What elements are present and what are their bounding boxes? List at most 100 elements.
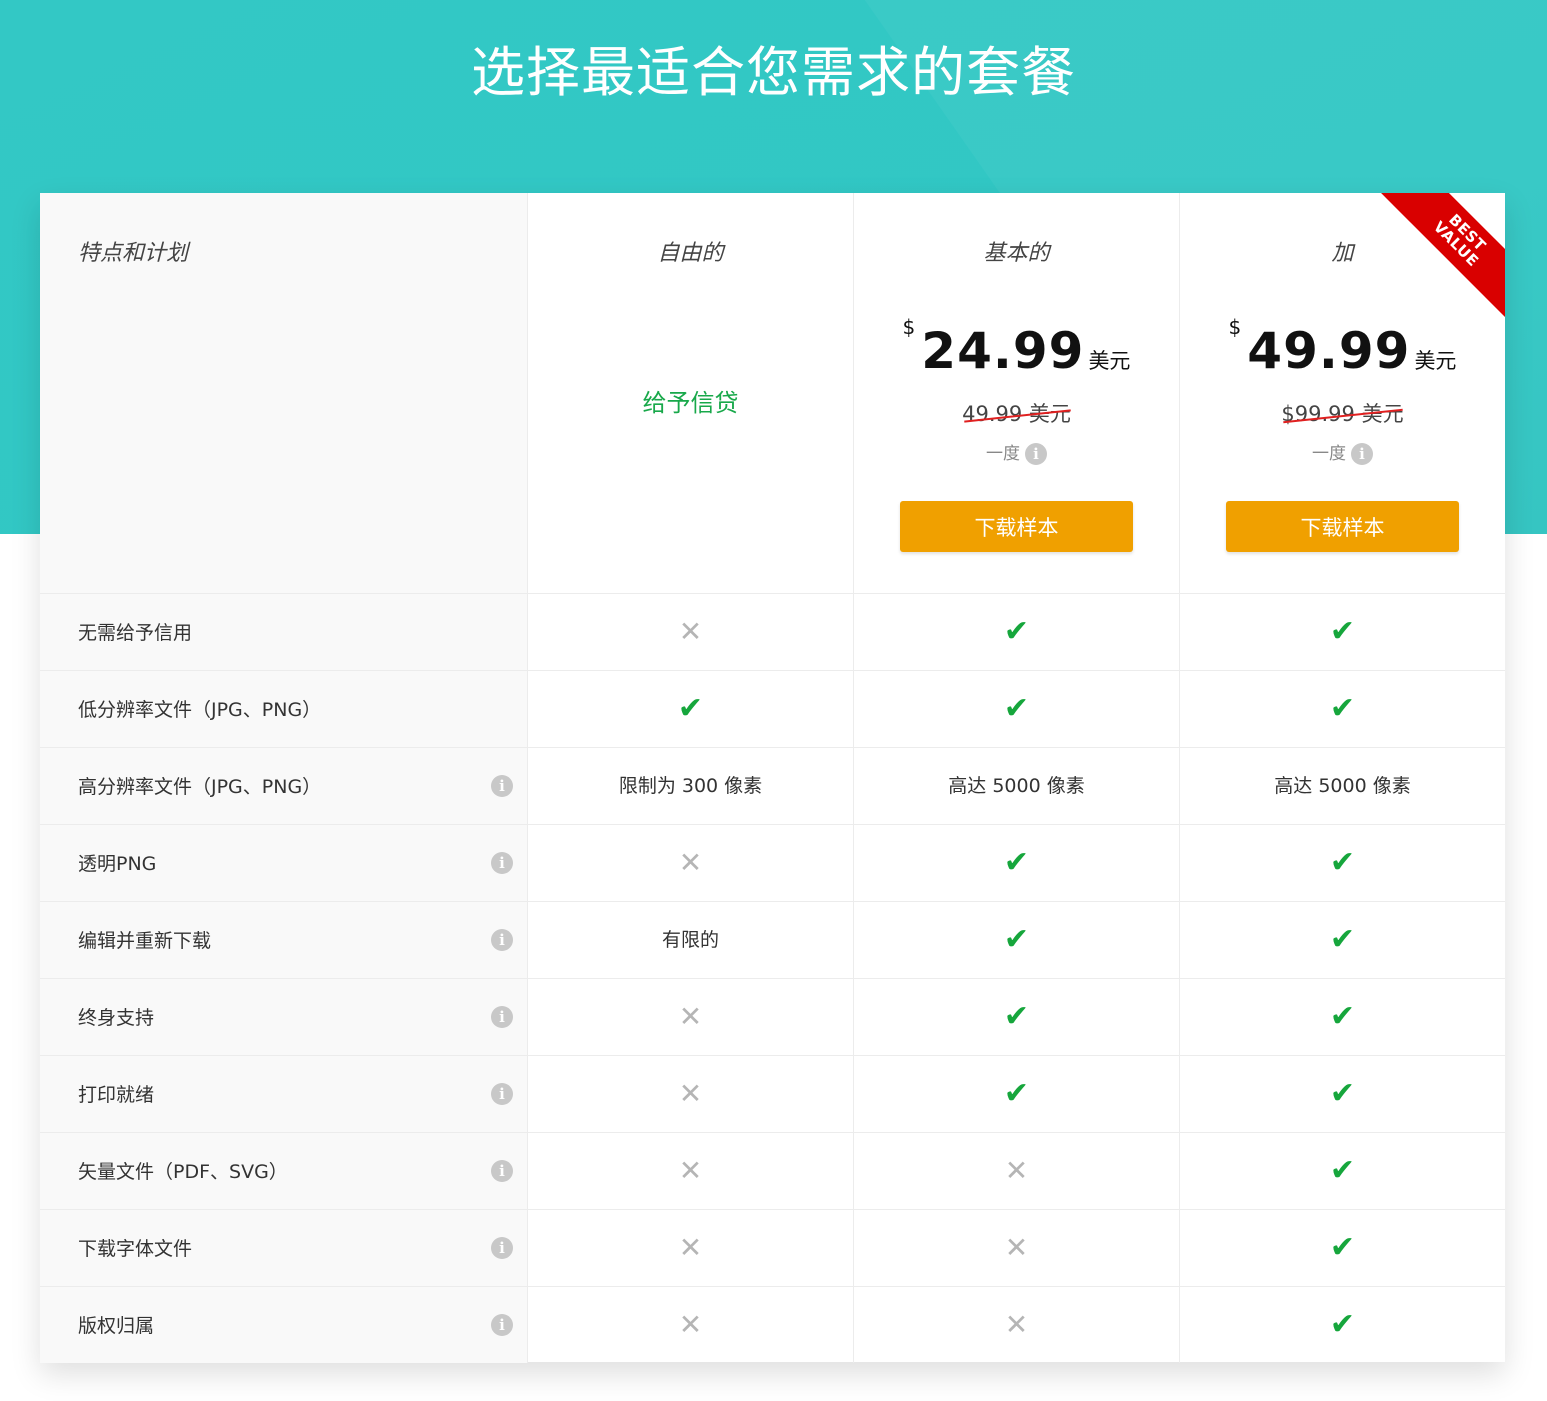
- plan-free: 自由的 给予信贷: [528, 193, 854, 593]
- info-icon[interactable]: i: [491, 1237, 513, 1259]
- info-icon[interactable]: i: [491, 1006, 513, 1028]
- feature-label: 矢量文件（PDF、SVG）: [78, 1161, 288, 1183]
- currency-symbol: $: [902, 315, 916, 339]
- feature-rows: 无需给予信用 ✕ ✔ ✔ 低分辨率文件（JPG、PNG） ✔ ✔ ✔ 高分辨率文件（JPG、PN…: [40, 593, 1505, 1363]
- plan-cell: ✔: [854, 979, 1180, 1055]
- plan-cell: ✕: [854, 1133, 1180, 1209]
- feature-cell: 矢量文件（PDF、SVG） i: [40, 1133, 528, 1209]
- features-heading: 特点和计划: [78, 241, 189, 266]
- pricing-table: 特点和计划 自由的 给予信贷 基本的 $24.99 美元 49.99 美元 一度 i…: [40, 193, 1505, 1363]
- plan-cell: ✔: [1180, 1287, 1505, 1363]
- feature-label: 终身支持: [78, 1007, 155, 1029]
- table-row: 下载字体文件 i ✕ ✕ ✔: [40, 1209, 1505, 1286]
- old-price-basic: 49.99 美元: [854, 398, 1179, 428]
- cross-icon: ✕: [1004, 1154, 1029, 1187]
- plan-cell: ✕: [528, 1056, 854, 1132]
- price-unit: 美元: [1088, 349, 1131, 373]
- plan-cell: ✔: [1180, 671, 1505, 747]
- download-sample-button-basic[interactable]: 下载样本: [900, 501, 1133, 552]
- check-icon: ✔: [1329, 1153, 1356, 1188]
- cross-icon: ✕: [678, 1308, 703, 1341]
- info-icon[interactable]: i: [491, 929, 513, 951]
- feature-cell: 打印就绪 i: [40, 1056, 528, 1132]
- check-icon: ✔: [677, 691, 704, 726]
- plan-cell: ✔: [854, 1056, 1180, 1132]
- feature-cell: 无需给予信用: [40, 594, 528, 670]
- plan-cell: ✔: [1180, 1056, 1505, 1132]
- billing-text: 一度: [1312, 444, 1346, 464]
- plan-cell-text: 高达 5000 像素: [854, 748, 1180, 824]
- plan-basic: 基本的 $24.99 美元 49.99 美元 一度 i 下载样本: [854, 193, 1180, 593]
- cross-icon: ✕: [678, 846, 703, 879]
- check-icon: ✔: [1329, 845, 1356, 880]
- old-price-text: 49.99 美元: [962, 398, 1071, 428]
- feature-cell: 透明PNG i: [40, 825, 528, 901]
- feature-cell: 版权归属 i: [40, 1287, 528, 1363]
- cross-icon: ✕: [678, 1077, 703, 1110]
- plan-cell: ✔: [854, 902, 1180, 978]
- table-row: 终身支持 i ✕ ✔ ✔: [40, 978, 1505, 1055]
- plan-cell: ✕: [854, 1210, 1180, 1286]
- price-amount: 49.99: [1247, 322, 1411, 380]
- check-icon: ✔: [1003, 691, 1030, 726]
- free-credit-text: 给予信贷: [642, 389, 739, 417]
- plan-cell: ✔: [854, 671, 1180, 747]
- info-icon[interactable]: i: [1025, 443, 1047, 465]
- currency-symbol: $: [1228, 315, 1242, 339]
- old-price-plus: $99.99 美元: [1180, 398, 1505, 428]
- plan-cell: ✔: [1180, 1210, 1505, 1286]
- check-icon: ✔: [1329, 614, 1356, 649]
- plan-cell: ✔: [1180, 1133, 1505, 1209]
- table-row: 透明PNG i ✕ ✔ ✔: [40, 824, 1505, 901]
- feature-cell: 终身支持 i: [40, 979, 528, 1055]
- feature-label: 透明PNG: [78, 853, 157, 875]
- info-icon[interactable]: i: [491, 1160, 513, 1182]
- table-row: 无需给予信用 ✕ ✔ ✔: [40, 593, 1505, 670]
- info-icon[interactable]: i: [1351, 443, 1373, 465]
- info-icon[interactable]: i: [491, 1314, 513, 1336]
- feature-cell: 低分辨率文件（JPG、PNG）: [40, 671, 528, 747]
- feature-label: 下载字体文件: [78, 1238, 193, 1260]
- plan-plus: 加 BEST VALUE $49.99 美元 $99.99 美元 一度 i 下载样本: [1180, 193, 1505, 593]
- check-icon: ✔: [1003, 614, 1030, 649]
- cross-icon: ✕: [678, 1000, 703, 1033]
- check-icon: ✔: [1329, 1230, 1356, 1265]
- feature-label: 版权归属: [78, 1315, 155, 1337]
- plan-cell: ✕: [528, 594, 854, 670]
- feature-label: 打印就绪: [78, 1084, 155, 1106]
- cross-icon: ✕: [678, 1231, 703, 1264]
- price-basic: $24.99 美元: [854, 315, 1179, 380]
- table-row: 编辑并重新下载 i 有限的 ✔ ✔: [40, 901, 1505, 978]
- plan-cell-text: 限制为 300 像素: [528, 748, 854, 824]
- download-sample-button-plus[interactable]: 下载样本: [1226, 501, 1459, 552]
- plan-cell: ✔: [1180, 825, 1505, 901]
- check-icon: ✔: [1003, 922, 1030, 957]
- info-icon[interactable]: i: [491, 1083, 513, 1105]
- check-icon: ✔: [1003, 845, 1030, 880]
- billing-plus: 一度 i: [1180, 439, 1505, 465]
- table-row: 打印就绪 i ✕ ✔ ✔: [40, 1055, 1505, 1132]
- check-icon: ✔: [1003, 999, 1030, 1034]
- feature-label: 低分辨率文件（JPG、PNG）: [78, 699, 322, 721]
- plan-cell-text: 高达 5000 像素: [1274, 775, 1411, 797]
- plan-cell: ✔: [854, 825, 1180, 901]
- feature-cell: 编辑并重新下载 i: [40, 902, 528, 978]
- table-row: 版权归属 i ✕ ✕ ✔: [40, 1286, 1505, 1363]
- plan-cell: ✔: [528, 671, 854, 747]
- price-unit: 美元: [1414, 349, 1457, 373]
- plan-name-basic: 基本的: [983, 241, 1050, 266]
- check-icon: ✔: [1329, 922, 1356, 957]
- check-icon: ✔: [1329, 691, 1356, 726]
- check-icon: ✔: [1329, 1307, 1356, 1342]
- price-plus: $49.99 美元: [1180, 315, 1505, 380]
- pricing-header: 特点和计划 自由的 给予信贷 基本的 $24.99 美元 49.99 美元 一度 i…: [40, 193, 1505, 593]
- plan-cell: ✔: [854, 594, 1180, 670]
- plan-cell: ✔: [1180, 979, 1505, 1055]
- plan-cell: ✔: [1180, 594, 1505, 670]
- plan-cell: ✕: [528, 1287, 854, 1363]
- table-row: 矢量文件（PDF、SVG） i ✕ ✕ ✔: [40, 1132, 1505, 1209]
- info-icon[interactable]: i: [491, 852, 513, 874]
- info-icon[interactable]: i: [491, 775, 513, 797]
- feature-cell: 下载字体文件 i: [40, 1210, 528, 1286]
- check-icon: ✔: [1329, 999, 1356, 1034]
